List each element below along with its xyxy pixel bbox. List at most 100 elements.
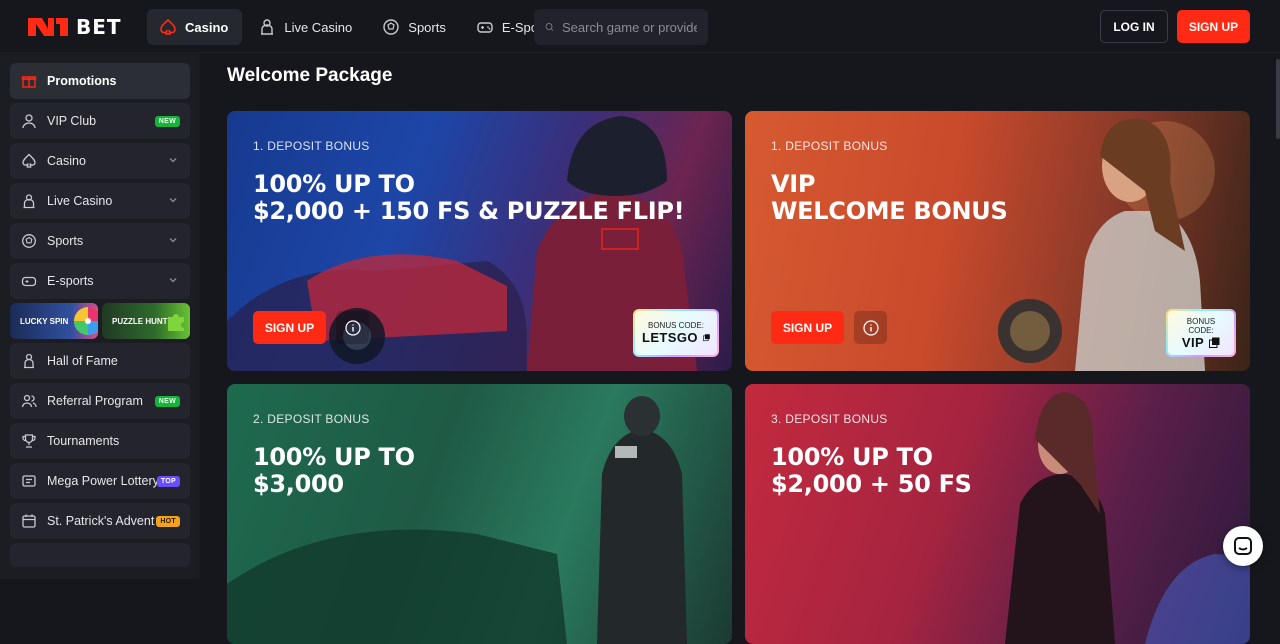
signup-button[interactable]: SIGN UP xyxy=(1177,10,1250,43)
card-headline: 100% UP TO $3,000 xyxy=(253,444,415,498)
bonus-code-inner: BONUS CODE: LETSGO xyxy=(635,311,717,355)
logo-mark-icon xyxy=(28,18,68,36)
calendar-icon xyxy=(22,514,36,528)
gamepad-icon xyxy=(21,276,37,287)
sidebar-item-referral[interactable]: Referral Program NEW xyxy=(10,383,190,419)
sidebar: Promotions VIP Club NEW Casino Live Casi… xyxy=(0,53,200,579)
bonus-card-1[interactable]: 1. DEPOSIT BONUS 100% UP TO $2,000 + 150… xyxy=(227,111,732,371)
sidebar-item-hall-of-fame[interactable]: Hall of Fame xyxy=(10,343,190,379)
search-box[interactable] xyxy=(534,9,708,45)
promo-tiles: LUCKY SPIN PUZZLE HUNT xyxy=(10,303,190,339)
user-icon xyxy=(22,114,36,129)
new-badge: NEW xyxy=(154,116,180,127)
new-badge: NEW xyxy=(154,396,180,407)
puzzle-hunt-tile[interactable]: PUZZLE HUNT xyxy=(102,303,190,339)
sidebar-item-label: Referral Program xyxy=(47,394,143,408)
top-bar: BET Casino Live Casino Sports E-Sports L… xyxy=(0,0,1280,53)
sidebar-item-label: Casino xyxy=(47,154,86,168)
card-signup-button[interactable]: SIGN UP xyxy=(253,311,326,344)
bonus-code-text: VIP xyxy=(1181,334,1205,350)
chat-icon xyxy=(1234,537,1252,555)
sidebar-item-label: Mega Power Lottery xyxy=(47,474,159,488)
sidebar-item-live-casino[interactable]: Live Casino xyxy=(10,183,190,219)
bonus-card-4[interactable]: 3. DEPOSIT BONUS 100% UP TO $2,000 + 50 … xyxy=(745,384,1250,644)
sidebar-item-partial[interactable] xyxy=(10,543,190,567)
sidebar-item-label: Sports xyxy=(47,234,84,248)
card-kicker: 1. DEPOSIT BONUS xyxy=(253,139,370,153)
bonus-code-box[interactable]: BONUS CODE: LETSGO xyxy=(633,309,719,357)
sidebar-item-tournaments[interactable]: Tournaments xyxy=(10,423,190,459)
sidebar-item-label: Promotions xyxy=(47,74,117,88)
nav-casino[interactable]: Casino xyxy=(147,9,243,45)
gamepad-icon xyxy=(477,22,493,33)
chevron-down-icon[interactable] xyxy=(168,235,178,245)
info-icon xyxy=(862,319,879,336)
tile-label: PUZZLE HUNT xyxy=(112,316,168,326)
trophy-person-icon xyxy=(24,353,34,369)
dealer-icon xyxy=(23,194,35,209)
headline-line-2: $2,000 + 50 FS xyxy=(771,470,972,498)
ticket-icon xyxy=(22,475,36,487)
info-icon xyxy=(344,319,361,336)
top-badge: TOP xyxy=(156,476,180,487)
bonus-code-value: LETSGO xyxy=(642,330,710,345)
sidebar-item-casino[interactable]: Casino xyxy=(10,143,190,179)
info-button[interactable] xyxy=(336,311,369,344)
nav-label: Sports xyxy=(408,19,446,35)
sidebar-item-label: E-sports xyxy=(47,274,94,288)
sidebar-item-sports[interactable]: Sports xyxy=(10,223,190,259)
bonus-code-box[interactable]: BONUS CODE: VIP xyxy=(1166,309,1236,357)
card-kicker: 1. DEPOSIT BONUS xyxy=(771,139,888,153)
card-signup-button[interactable]: SIGN UP xyxy=(771,311,844,344)
headline-line-2: $2,000 + 150 FS & PUZZLE FLIP! xyxy=(253,197,685,225)
chat-button[interactable] xyxy=(1223,526,1263,566)
chevron-down-icon[interactable] xyxy=(168,155,178,165)
card-kicker: 3. DEPOSIT BONUS xyxy=(771,412,888,426)
chevron-down-icon[interactable] xyxy=(168,275,178,285)
nav-label: Casino xyxy=(185,19,229,35)
copy-icon[interactable] xyxy=(702,332,710,343)
dealer-icon xyxy=(261,19,274,35)
bonus-code-label: BONUS CODE: xyxy=(1186,316,1216,335)
card-headline: 100% UP TO $2,000 + 50 FS xyxy=(771,444,972,498)
brand-name: BET xyxy=(76,15,122,39)
headline-line-2: $3,000 xyxy=(253,470,344,498)
bonus-card-3[interactable]: 2. DEPOSIT BONUS 100% UP TO $3,000 xyxy=(227,384,732,644)
sidebar-item-esports[interactable]: E-sports xyxy=(10,263,190,299)
sidebar-item-vip-club[interactable]: VIP Club NEW xyxy=(10,103,190,139)
headline-line-1: 100% UP TO xyxy=(771,443,933,471)
sidebar-item-promotions[interactable]: Promotions xyxy=(10,63,190,99)
nav-live-casino[interactable]: Live Casino xyxy=(246,9,366,45)
copy-icon[interactable] xyxy=(1209,337,1220,348)
chevron-down-icon[interactable] xyxy=(168,195,178,205)
sidebar-item-st-patricks-advent[interactable]: St. Patrick's Advent HOT xyxy=(10,503,190,539)
card-kicker: 2. DEPOSIT BONUS xyxy=(253,412,370,426)
sidebar-item-label: Hall of Fame xyxy=(47,354,118,368)
info-button[interactable] xyxy=(854,311,887,344)
tile-label: LUCKY SPIN xyxy=(20,316,69,326)
logo[interactable]: BET xyxy=(26,15,122,39)
search-input[interactable] xyxy=(562,19,697,35)
bonus-card-2[interactable]: 1. DEPOSIT BONUS VIP WELCOME BONUS SIGN … xyxy=(745,111,1250,371)
spade-icon xyxy=(22,153,36,168)
card-headline: VIP WELCOME BONUS xyxy=(771,170,1008,225)
ball-icon xyxy=(22,234,36,248)
sidebar-item-mega-power-lottery[interactable]: Mega Power Lottery TOP xyxy=(10,463,190,499)
login-button[interactable]: LOG IN xyxy=(1100,10,1168,43)
lucky-spin-tile[interactable]: LUCKY SPIN xyxy=(10,303,98,339)
section-title: Welcome Package xyxy=(227,65,393,86)
page-scrollbar-thumb[interactable] xyxy=(1276,59,1280,139)
card-headline: 100% UP TO $2,000 + 150 FS & PUZZLE FLIP… xyxy=(253,171,685,225)
ball-icon xyxy=(383,19,399,35)
sidebar-item-label: Tournaments xyxy=(47,434,120,448)
wheel-icon xyxy=(74,307,98,335)
headline-line-1: VIP xyxy=(771,170,816,198)
nav-sports[interactable]: Sports xyxy=(370,9,460,45)
gift-icon xyxy=(21,76,37,88)
bonus-code-value: VIP xyxy=(1175,335,1227,350)
main-nav: Casino Live Casino Sports E-Sports xyxy=(147,9,566,45)
users-icon xyxy=(21,394,37,408)
bonus-code-inner: BONUS CODE: VIP xyxy=(1168,311,1234,355)
sidebar-item-label: Live Casino xyxy=(47,194,113,208)
bonus-code-text: LETSGO xyxy=(642,330,698,345)
